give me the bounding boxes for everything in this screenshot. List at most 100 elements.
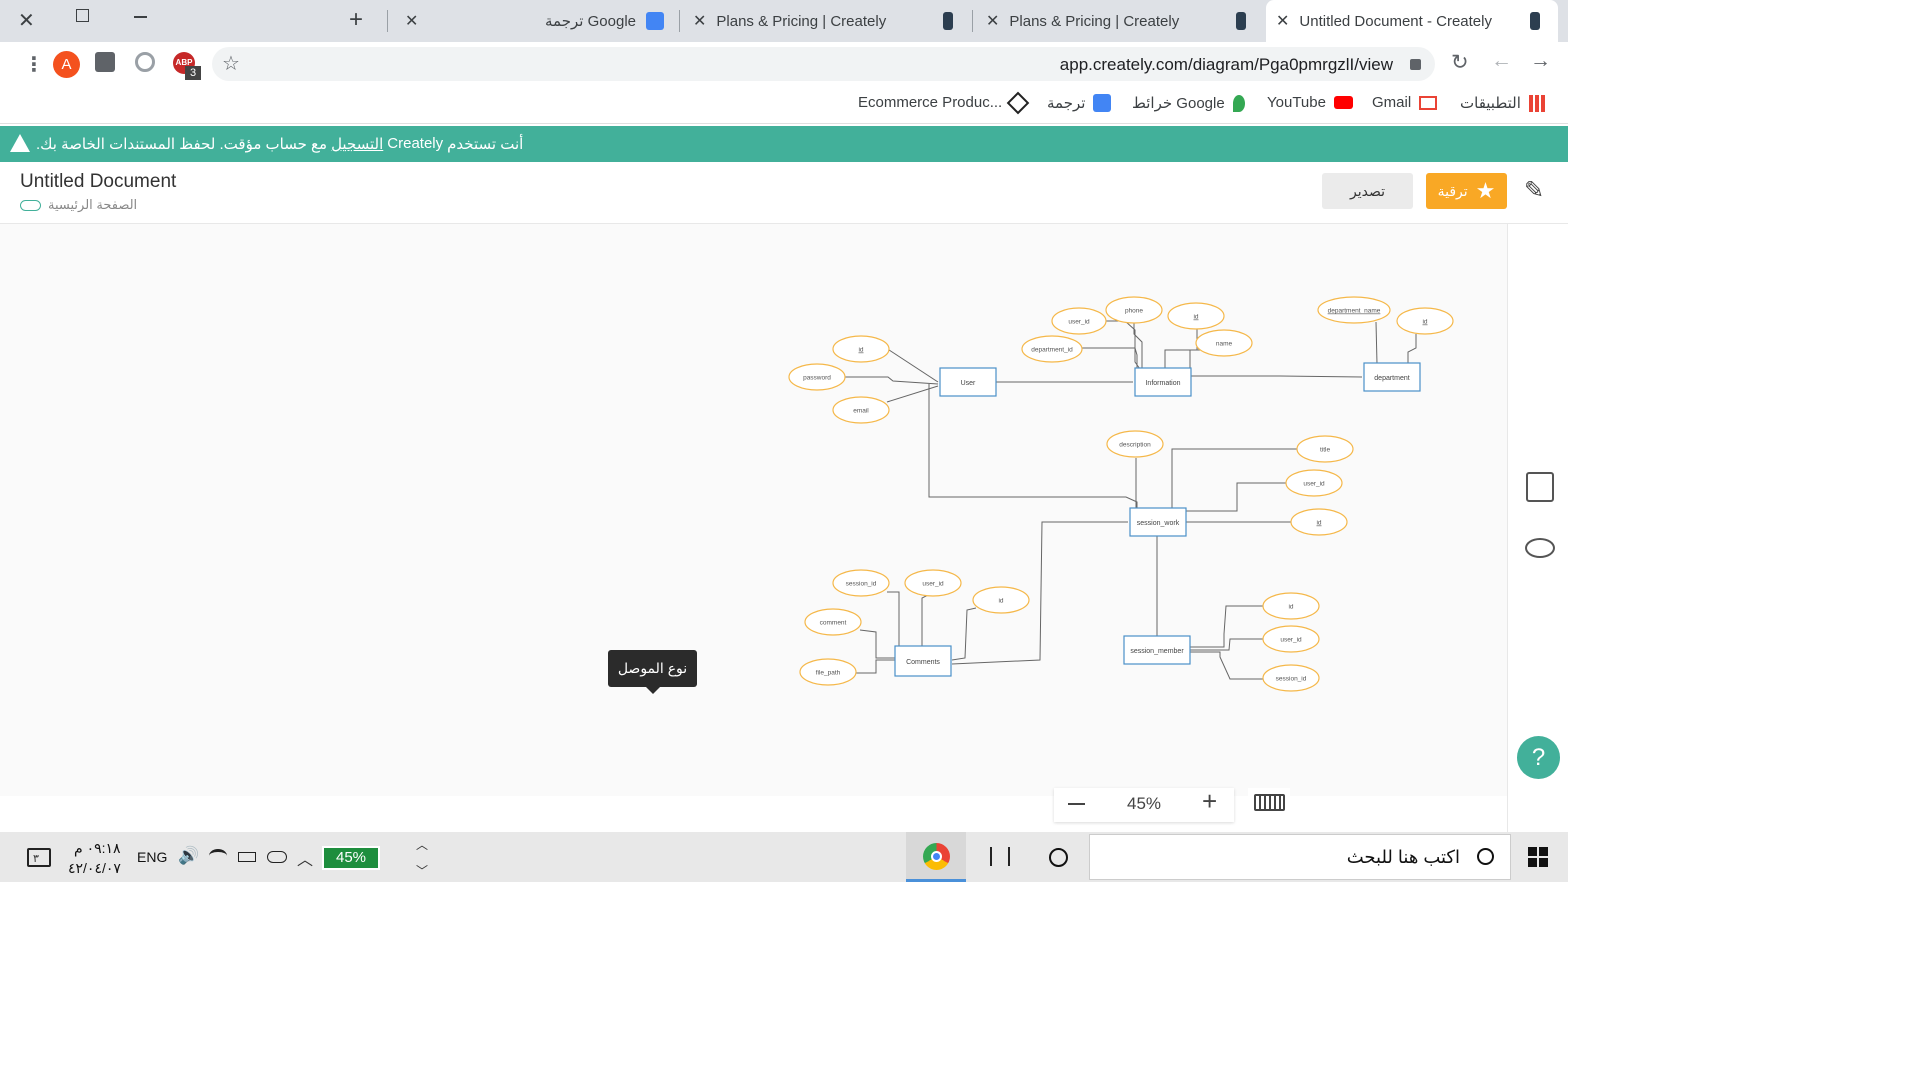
connector-line — [886, 385, 939, 403]
document-title[interactable]: Untitled Document — [20, 171, 176, 193]
scroll-down-icon[interactable]: ﹀ — [416, 862, 428, 879]
extension-compass-icon[interactable] — [135, 52, 155, 72]
chrome-taskbar-button[interactable] — [906, 832, 966, 882]
scroll-up-icon[interactable]: ︿ — [416, 836, 428, 853]
tab-title: Plans & Pricing | Creately — [716, 12, 887, 30]
attribute-label: department_id — [1031, 347, 1073, 354]
tab-plans-pricing-2[interactable]: ✕ Plans & Pricing | Creately — [976, 0, 1264, 42]
show-hidden-icons[interactable]: ︿ — [297, 846, 313, 870]
url-text: app.creately.com/diagram/Pga0pmrgzlI/vie… — [1059, 55, 1393, 74]
onedrive-icon[interactable] — [267, 851, 287, 863]
clock-date[interactable]: ٤٢/٠٤/٠٧ — [68, 860, 121, 877]
warning-icon — [10, 134, 30, 152]
connector-line — [1171, 448, 1297, 509]
codepen-icon — [1006, 91, 1030, 114]
upgrade-button-label: ترقية — [1437, 182, 1468, 199]
connector-line — [844, 376, 939, 385]
taskbar-search-box[interactable]: اكتب هنا للبحث — [1089, 834, 1511, 880]
restore-window-icon[interactable] — [76, 9, 89, 22]
search-icon — [1477, 848, 1494, 865]
keyboard-icon — [1254, 794, 1285, 811]
start-button[interactable] — [1528, 847, 1548, 867]
connector-line — [1105, 320, 1141, 370]
export-button[interactable]: تصدير — [1322, 173, 1413, 209]
comment-bubble-icon[interactable] — [1525, 538, 1555, 558]
zoom-out-icon[interactable] — [1068, 803, 1085, 805]
volume-icon[interactable]: 🔊 — [178, 846, 199, 866]
extensions-puzzle-icon[interactable] — [95, 52, 115, 72]
tab-close-icon[interactable]: ✕ — [1276, 11, 1289, 31]
connector-line — [1186, 482, 1287, 512]
tab-google-translate[interactable]: ✕ ترجمة Google — [395, 0, 678, 42]
zoom-in-icon[interactable]: + — [1202, 786, 1217, 817]
settings-panel-icon[interactable] — [1526, 472, 1554, 502]
browser-menu-icon[interactable]: ⋮ — [24, 52, 44, 77]
banner-text: أنت تستخدم Creately التسجيل مع حساب مؤقت… — [36, 135, 523, 153]
temporary-account-banner: أنت تستخدم Creately التسجيل مع حساب مؤقت… — [0, 126, 1568, 162]
banner-brand: Creately — [387, 135, 444, 152]
attribute-label: user_id — [1068, 319, 1090, 326]
connector-line — [1190, 605, 1263, 648]
er-diagram[interactable]: User Information department session_workses… — [0, 224, 1507, 796]
creately-favicon-icon — [1530, 12, 1540, 30]
new-tab-icon[interactable]: + — [349, 6, 363, 34]
lock-icon[interactable] — [1410, 59, 1421, 70]
help-button[interactable]: ? — [1517, 736, 1560, 779]
attribute-label: id — [1316, 520, 1321, 527]
bookmark-gmail[interactable]: Gmail — [1372, 94, 1438, 111]
bookmark-label: Gmail — [1372, 94, 1412, 111]
tooltip-arrow — [646, 687, 660, 694]
attribute-label: user_id — [922, 581, 944, 588]
address-bar[interactable]: ☆ app.creately.com/diagram/Pga0pmrgzlI/v… — [212, 47, 1435, 81]
tab-untitled-document[interactable]: ✕ Untitled Document - Creately — [1266, 0, 1558, 42]
tab-plans-pricing-1[interactable]: ✕ Plans & Pricing | Creately — [683, 0, 971, 42]
attribute-label: file_path — [816, 670, 841, 677]
reload-icon[interactable]: ↻ — [1451, 50, 1469, 75]
upgrade-button[interactable]: ترقية ★ — [1426, 173, 1507, 209]
bookmark-maps[interactable]: خرائط Google — [1132, 94, 1245, 112]
minimize-window-icon[interactable] — [134, 16, 147, 18]
attribute-label: session_id — [1276, 676, 1307, 683]
edit-pencil-icon[interactable]: ✎ — [1524, 176, 1544, 205]
windows-logo-icon — [1539, 847, 1548, 856]
register-link[interactable]: التسجيل — [331, 135, 383, 153]
attribute-label: id — [1193, 314, 1198, 321]
chrome-icon-center — [931, 851, 942, 862]
battery-icon[interactable] — [238, 852, 256, 862]
youtube-icon — [1333, 96, 1353, 109]
task-view-icon[interactable] — [990, 847, 1010, 866]
battery-percent-widget[interactable]: 45% — [322, 846, 380, 870]
profile-avatar[interactable]: A — [53, 51, 80, 78]
document-header: Untitled Document الصفحة الرئيسية تصدير … — [0, 162, 1568, 224]
clock-time[interactable]: ٠٩:١٨ م — [74, 840, 121, 857]
language-indicator[interactable]: ENG — [137, 849, 167, 865]
connector-type-tooltip: نوع الموصل — [608, 650, 697, 694]
right-sidebar: ? — [1507, 224, 1568, 832]
back-arrow-icon[interactable]: → — [1530, 49, 1551, 73]
close-window-icon[interactable]: ✕ — [18, 8, 35, 33]
breadcrumb-home[interactable]: الصفحة الرئيسية — [48, 197, 137, 213]
bookmark-star-icon[interactable]: ☆ — [222, 51, 240, 76]
tab-close-icon[interactable]: ✕ — [405, 11, 418, 31]
keyboard-shortcuts-button[interactable] — [1248, 788, 1290, 822]
attribute-label: user_id — [1303, 481, 1325, 488]
tab-close-icon[interactable]: ✕ — [986, 11, 999, 31]
connector-line — [859, 629, 895, 659]
cortana-circle-icon[interactable] — [1049, 848, 1068, 867]
bookmark-youtube[interactable]: YouTube — [1267, 94, 1353, 111]
banner-text-part1: أنت تستخدم — [447, 136, 524, 153]
zoom-level[interactable]: 45% — [1127, 794, 1161, 814]
wifi-icon[interactable] — [209, 849, 227, 863]
adblock-badge: 3 — [185, 66, 201, 80]
zoom-controls-row: 45% + — [0, 786, 1507, 832]
bookmark-translate[interactable]: ترجمة — [1047, 94, 1112, 112]
diagram-canvas[interactable]: User Information department session_work ses… — [0, 224, 1507, 796]
connector-line — [1190, 638, 1263, 651]
bookmark-label: التطبيقات — [1460, 95, 1521, 112]
translate-icon — [646, 12, 664, 30]
bookmark-ecommerce[interactable]: Ecommerce Produc... — [858, 91, 1030, 114]
forward-arrow-icon[interactable]: ← — [1491, 49, 1512, 73]
tab-close-icon[interactable]: ✕ — [693, 11, 706, 31]
bookmark-apps[interactable]: التطبيقات — [1460, 94, 1546, 112]
notification-center-icon[interactable] — [27, 848, 51, 867]
